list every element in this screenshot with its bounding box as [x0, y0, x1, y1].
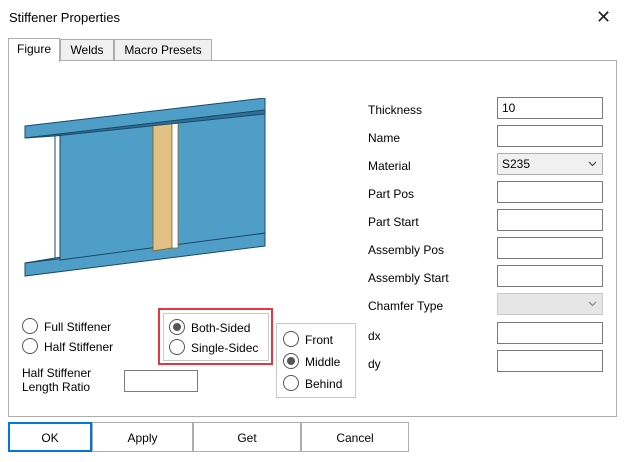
front-radio[interactable] — [283, 331, 299, 347]
tab-welds-label: Welds — [70, 43, 104, 57]
thickness-input[interactable]: 10 — [497, 97, 603, 119]
part-start-label: Part Start — [368, 215, 419, 229]
tab-macro-presets-label: Macro Presets — [124, 43, 202, 57]
assembly-start-label: Assembly Start — [368, 271, 449, 285]
tab-figure[interactable]: Figure — [8, 38, 60, 62]
middle-radio[interactable] — [283, 353, 299, 369]
title-bar: Stiffener Properties ✕ — [0, 0, 626, 34]
tab-macro-presets[interactable]: Macro Presets — [114, 39, 212, 61]
chamfer-type-select[interactable] — [497, 293, 603, 315]
dx-label: dx — [368, 329, 381, 343]
stiffener-edge — [171, 119, 179, 249]
part-start-input[interactable] — [497, 209, 603, 231]
behind-label: Behind — [305, 377, 343, 391]
name-input[interactable] — [497, 125, 603, 147]
half-ratio-label-line2: Length Ratio — [22, 380, 91, 394]
chevron-down-icon — [588, 161, 597, 167]
front-label: Front — [305, 333, 334, 347]
tab-welds[interactable]: Welds — [60, 39, 114, 61]
dy-input[interactable] — [497, 350, 603, 372]
highlight-box — [158, 308, 273, 365]
material-value: S235 — [502, 157, 531, 171]
full-stiffener-label: Full Stiffener — [44, 320, 112, 334]
half-stiffener-radio[interactable] — [22, 338, 38, 354]
part-pos-input[interactable] — [497, 181, 603, 203]
assembly-pos-input[interactable] — [497, 237, 603, 259]
tab-figure-label: Figure — [16, 42, 51, 56]
window-title: Stiffener Properties — [9, 10, 121, 25]
half-stiffener-label: Half Stiffener — [44, 340, 114, 354]
stiffener-figure — [24, 98, 266, 277]
half-ratio-label-line1: Half Stiffener — [22, 366, 92, 380]
name-label: Name — [368, 131, 401, 145]
dy-label: dy — [368, 357, 381, 371]
part-pos-label: Part Pos — [368, 187, 415, 201]
middle-label: Middle — [305, 355, 341, 369]
material-select[interactable]: S235 — [497, 153, 603, 175]
stiffener-plate — [152, 119, 173, 252]
cancel-button[interactable]: Cancel — [301, 422, 409, 452]
material-label: Material — [368, 159, 411, 173]
full-stiffener-radio[interactable] — [22, 318, 38, 334]
assembly-pos-label: Assembly Pos — [368, 243, 445, 257]
chevron-down-icon — [588, 301, 597, 307]
dx-input[interactable] — [497, 322, 603, 344]
ok-button[interactable]: OK — [8, 422, 92, 452]
chamfer-type-label: Chamfer Type — [368, 299, 444, 313]
half-ratio-input[interactable] — [124, 370, 198, 392]
get-button[interactable]: Get — [193, 422, 301, 452]
apply-button[interactable]: Apply — [92, 422, 193, 452]
behind-radio[interactable] — [283, 375, 299, 391]
close-icon[interactable]: ✕ — [596, 8, 611, 26]
assembly-start-input[interactable] — [497, 265, 603, 287]
thickness-label: Thickness — [368, 103, 423, 117]
